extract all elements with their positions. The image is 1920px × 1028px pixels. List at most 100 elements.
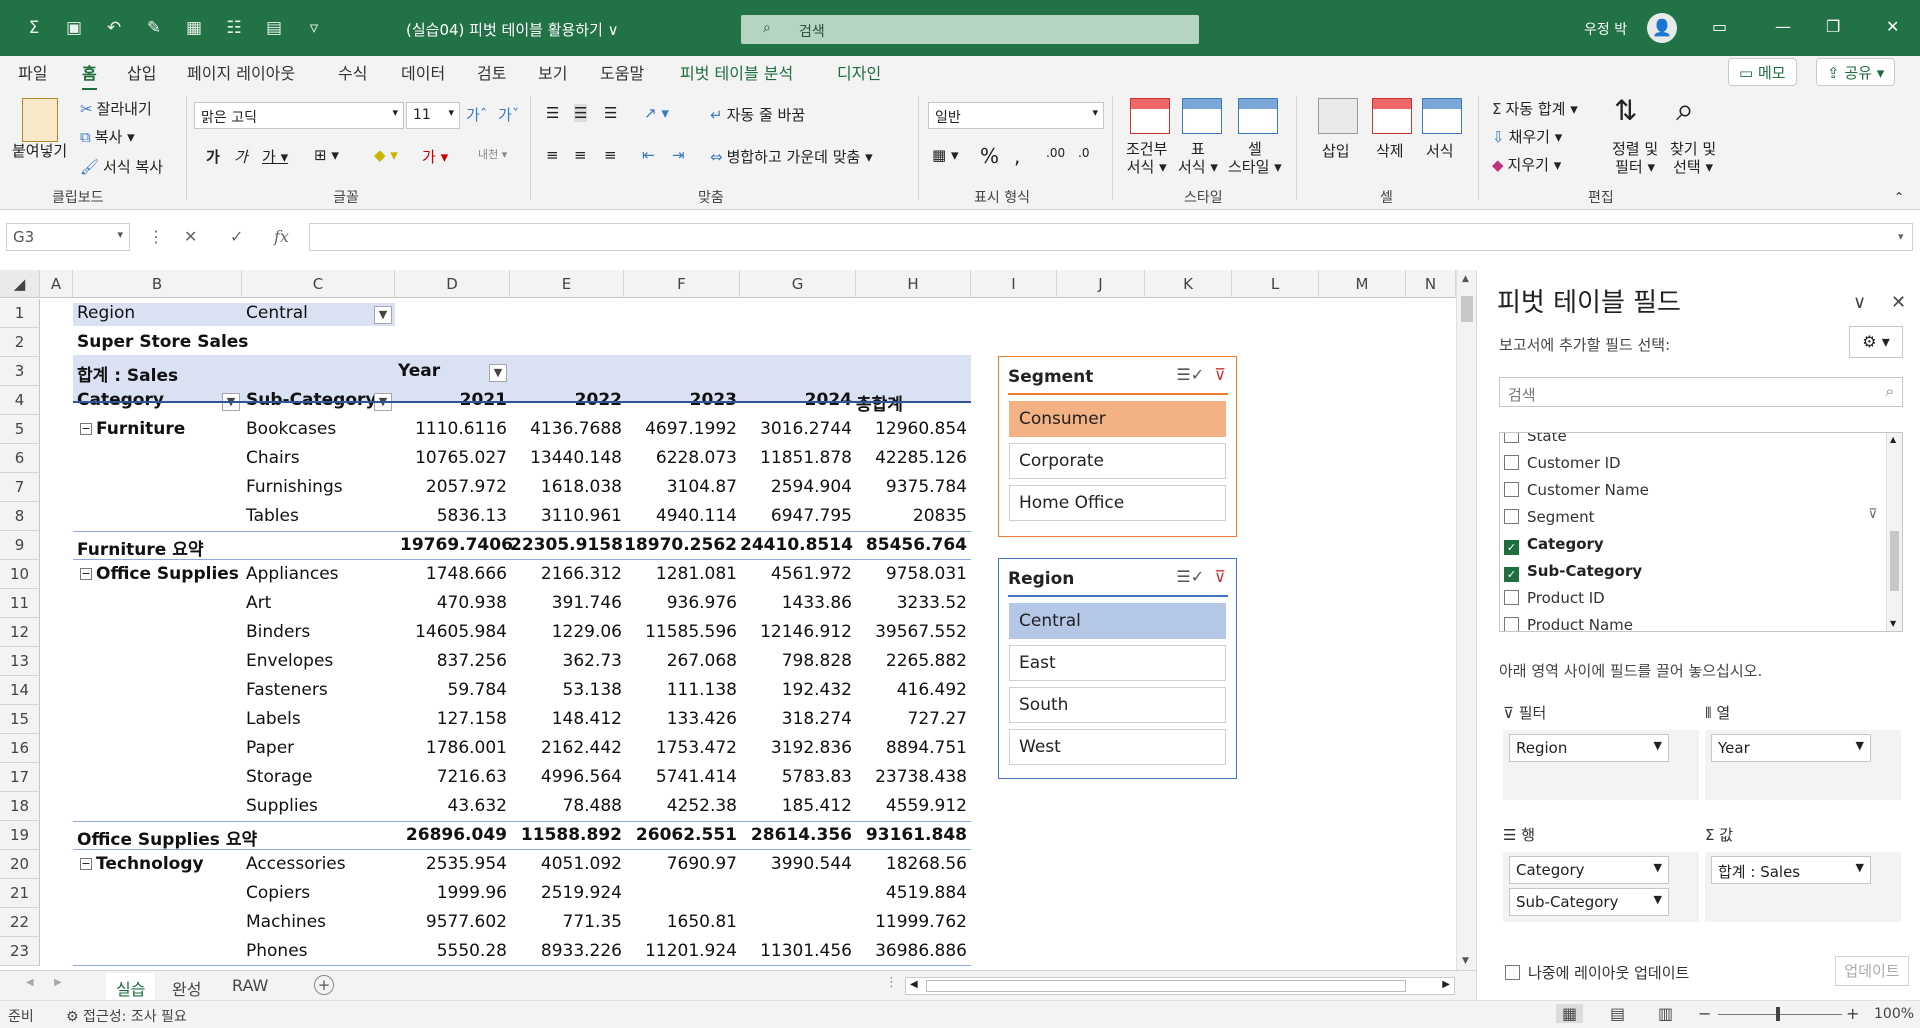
pane-settings-button[interactable]: ⚙ ▾ [1849,326,1903,358]
align-bottom-button[interactable]: ☰ [604,104,617,122]
sort-filter-button[interactable]: 정렬 및 필터 ▾ [1612,140,1658,176]
decrease-indent-button[interactable]: ⇤ [642,146,655,164]
row-header[interactable]: 8 [0,502,40,531]
cell-style-button[interactable]: 셀 스타일 ▾ [1228,140,1282,176]
fill-button[interactable]: ⇩ 채우기 ▾ [1492,126,1562,147]
font-shrink-button[interactable]: 가ˇ [498,104,519,125]
column-header[interactable]: I [971,270,1057,298]
row-header[interactable]: 4 [0,386,40,415]
normal-view-icon[interactable]: ▦ [1556,1004,1584,1023]
splitter-icon[interactable]: ⋮ [885,975,898,990]
checkbox-icon[interactable]: ✓ [1504,540,1519,555]
multi-select-icon[interactable]: ☰✓ [1176,365,1204,384]
chevron-down-icon[interactable]: ∨ [1853,292,1866,313]
field-item[interactable]: State [1504,433,1567,445]
font-color-button[interactable]: 가 ▾ [422,146,448,167]
scroll-down-icon[interactable]: ▼ [1890,619,1896,628]
column-header[interactable]: C [242,270,395,298]
column-header[interactable]: K [1145,270,1232,298]
collapse-icon[interactable]: − [80,423,92,435]
sheet-tab-complete[interactable]: 완성 [162,973,211,1003]
scroll-up-icon[interactable]: ▲ [1462,274,1469,284]
values-area[interactable]: Σ 값 합계 : Sales ▼ [1705,824,1901,922]
wrap-text-button[interactable]: ↵ 자동 줄 바꿈 [710,104,805,125]
field-item[interactable]: ✓ Category [1504,535,1604,555]
filter-dropdown-icon[interactable]: ▼ [374,306,392,324]
checkbox-icon[interactable] [1504,617,1519,631]
checkbox-icon[interactable] [1504,455,1519,470]
row-header[interactable]: 22 [0,908,40,937]
next-sheet-icon[interactable]: ▶ [54,977,62,988]
page-layout-view-icon[interactable]: ▤ [1610,1004,1625,1023]
vertical-scrollbar[interactable]: ▲ ▼ [1456,270,1476,970]
edit-icon[interactable]: ✎ [144,18,164,38]
user-name[interactable]: 우정 박 [1584,19,1627,39]
accounting-button[interactable]: ▦ ▾ [932,146,958,164]
format-table-icon[interactable] [1182,98,1222,134]
page-break-view-icon[interactable]: ▥ [1658,1004,1673,1023]
row-header[interactable]: 6 [0,444,40,473]
tab-view[interactable]: 보기 [538,60,567,84]
tab-home[interactable]: 홈 [82,60,97,91]
conditional-format-button[interactable]: 조건부 서식 ▾ [1126,140,1167,176]
align-middle-button[interactable]: ☰ [574,104,588,122]
rows-area[interactable]: ☰ 행 Category ▼ Sub-Category ▼ [1503,824,1699,922]
field-search-input[interactable]: 검색 ⌕ [1499,377,1903,407]
multi-select-icon[interactable]: ☰✓ [1176,567,1204,586]
segment-slicer[interactable]: Segment ☰✓ ⊽ Consumer Corporate Home Offic… [998,356,1237,537]
autosum-icon[interactable]: Σ [24,18,44,38]
cut-button[interactable]: ✂ 잘라내기 [80,98,152,119]
field-item[interactable]: Product ID [1504,589,1605,607]
tab-pivot-analyze[interactable]: 피벗 테이블 분석 [680,60,793,84]
insert-cells-button[interactable]: 삽입 [1322,140,1350,161]
expand-formula-icon[interactable]: ▾ [1898,230,1904,243]
scroll-thumb[interactable] [1461,296,1473,322]
prev-sheet-icon[interactable]: ◀ [26,977,34,988]
row-header[interactable]: 3 [0,357,40,386]
row-header[interactable]: 5 [0,415,40,444]
collapse-icon[interactable]: − [80,568,92,580]
conditional-format-icon[interactable] [1130,98,1170,134]
italic-button[interactable]: 가 [234,146,248,167]
undo-icon[interactable]: ↶ [104,18,124,38]
year-filter-icon[interactable]: ▼ [489,364,507,382]
filter-area[interactable]: ⊽ 필터 Region ▼ [1503,702,1699,800]
column-header[interactable]: F [624,270,740,298]
row-header[interactable]: 16 [0,734,40,763]
minimize-icon[interactable]: — [1775,17,1791,36]
share-button[interactable]: ⇪ 공유 ▾ [1816,58,1896,86]
horizontal-scrollbar[interactable]: ◀ ▶ [905,977,1455,995]
merge-center-button[interactable]: ⇔ 병합하고 가운데 맞춤 ▾ [710,146,873,167]
column-header[interactable]: A [40,270,73,298]
rows-area-chip[interactable]: Category ▼ [1509,856,1669,884]
region-slicer-item[interactable]: West [1009,729,1226,765]
row-header[interactable]: 7 [0,473,40,502]
row-header[interactable]: 20 [0,850,40,879]
scroll-up-icon[interactable]: ▲ [1890,435,1896,444]
column-header[interactable]: J [1057,270,1145,298]
restore-icon[interactable]: ❐ [1826,17,1840,36]
column-header[interactable]: M [1319,270,1406,298]
border-button[interactable]: ⊞ ▾ [314,146,339,164]
scroll-thumb[interactable] [1890,531,1899,591]
tab-file[interactable]: 파일 [18,60,47,84]
region-slicer-item[interactable]: Central [1009,603,1226,639]
increase-decimal-button[interactable]: .00 [1046,146,1065,160]
rows-area-chip[interactable]: Sub-Category ▼ [1509,888,1669,916]
category-label[interactable]: − Technology [80,854,204,874]
row-header[interactable]: 10 [0,560,40,589]
column-header[interactable]: L [1232,270,1319,298]
customize-qat-icon[interactable]: ▿ [304,18,324,38]
zoom-in-icon[interactable]: + [1846,1004,1859,1023]
segment-slicer-item[interactable]: Corporate [1009,443,1226,479]
columns-area[interactable]: ⦀ 열 Year ▼ [1705,702,1901,800]
region-slicer[interactable]: Region ☰✓ ⊽ Central East South West [998,558,1237,779]
row-header[interactable]: 11 [0,589,40,618]
name-box[interactable]: G3 ▾ [6,223,130,251]
fill-color-button[interactable]: ◆ ▾ [374,146,398,164]
insert-function-button[interactable]: fx [274,227,289,246]
field-item[interactable]: Customer ID [1504,454,1621,472]
field-item[interactable]: Product Name [1504,616,1633,631]
row-header[interactable]: 1 [0,299,40,328]
column-header[interactable]: G [740,270,856,298]
